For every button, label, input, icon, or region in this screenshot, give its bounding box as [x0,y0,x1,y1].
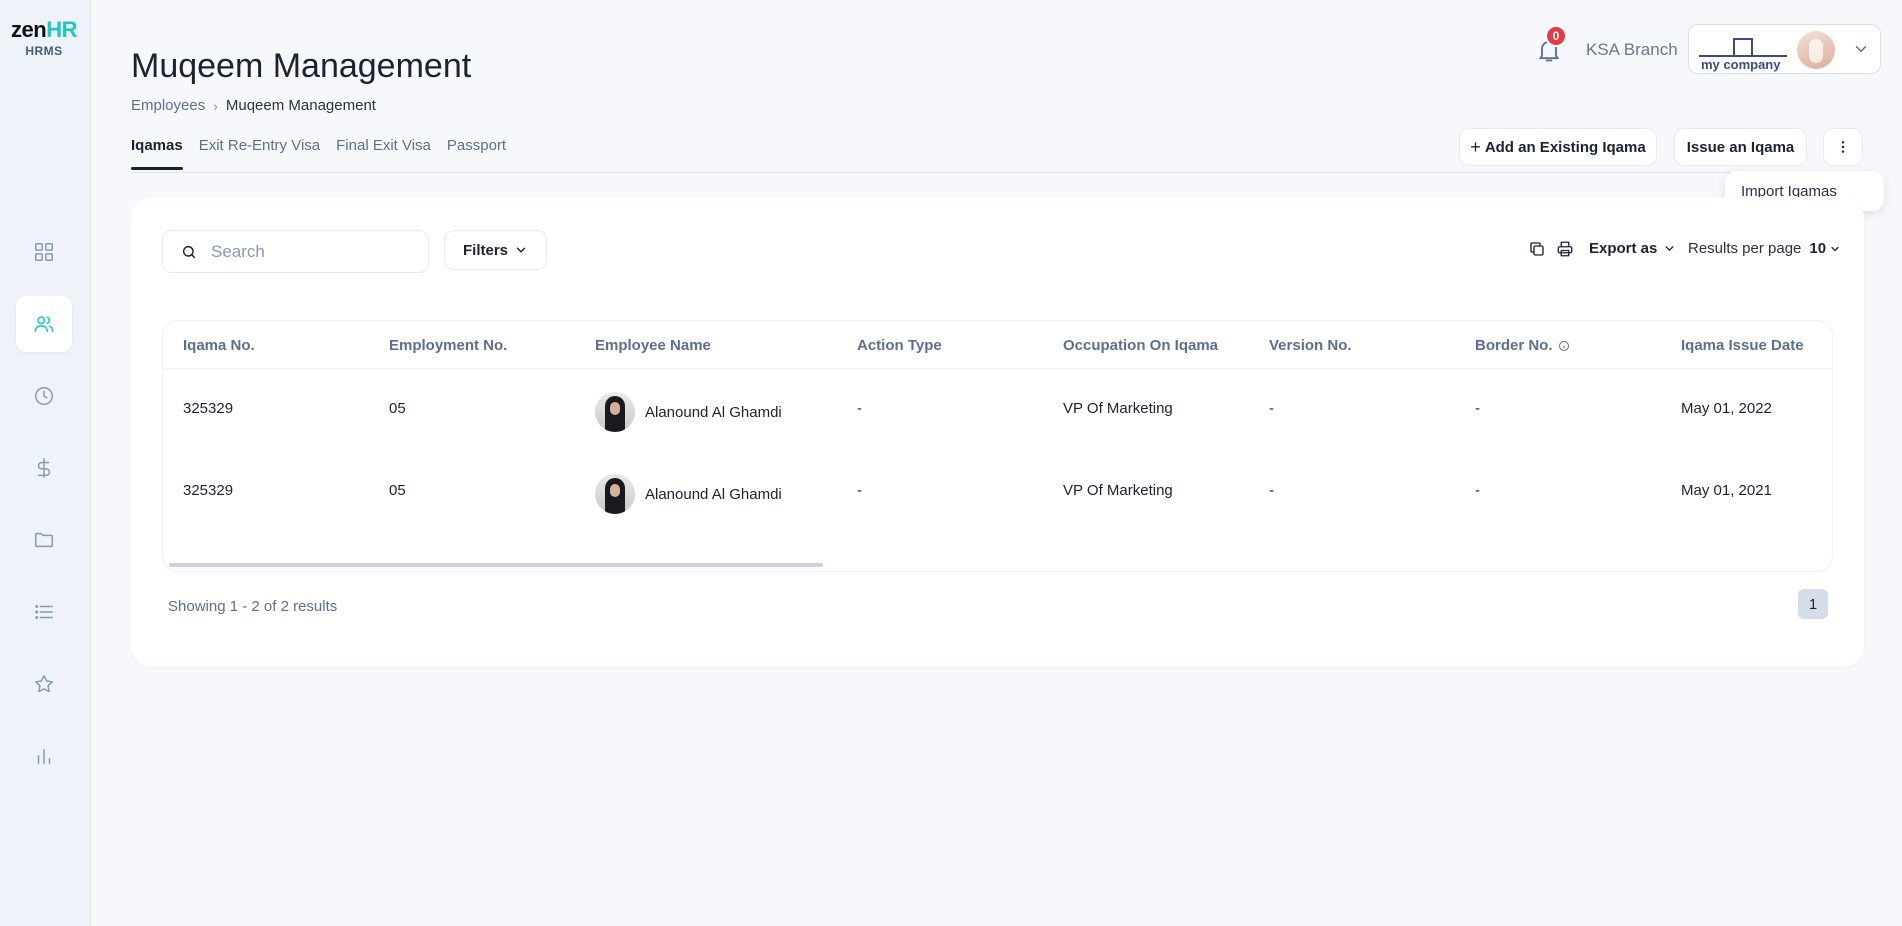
cell-employment-no: 05 [389,400,406,417]
results-per-page-label: Results per page [1688,240,1802,257]
chevron-down-icon [1665,246,1674,252]
results-summary: Showing 1 - 2 of 2 results [168,598,338,615]
bar-chart-icon [37,748,51,765]
table-row[interactable]: 325329 05 Alanound Al Ghamdi - VP Of Mar… [163,452,1832,534]
sidebar-item-performance[interactable] [16,656,72,712]
column-header-border-no[interactable]: Border No. [1475,337,1570,354]
employee-name: Alanound Al Ghamdi [645,403,782,421]
more-vertical-icon [1841,141,1845,153]
results-per-page-select[interactable]: 10 [1809,240,1841,257]
pagination-page-1[interactable]: 1 [1798,589,1828,619]
column-header-occupation[interactable]: Occupation On Iqama [1063,337,1218,354]
sidebar-item-dashboard[interactable] [16,224,72,280]
column-header-issue-date[interactable]: Iqama Issue Date [1681,337,1804,354]
table-header: Iqama No. Employment No. Employee Name A… [163,321,1832,369]
breadcrumb-link-employees[interactable]: Employees [131,97,205,114]
tab-iqamas[interactable]: Iqamas [131,137,183,170]
sidebar: zenHR HRMS [0,0,91,926]
column-header-employee-name[interactable]: Employee Name [595,337,711,354]
print-icon[interactable] [1554,238,1576,260]
avatar [595,474,635,514]
notification-badge: 0 [1545,25,1567,47]
sidebar-item-time[interactable] [16,368,72,424]
breadcrumb: Employees › Muqeem Management [131,97,376,114]
copy-icon[interactable] [1526,238,1548,260]
app-logo[interactable]: zenHR HRMS [9,17,79,59]
search-box[interactable] [162,230,429,273]
more-actions-button[interactable] [1823,128,1863,166]
tabs-divider [131,172,1864,173]
company-switcher[interactable]: my company [1688,24,1881,74]
cell-occupation: VP Of Marketing [1063,482,1173,499]
cell-action-type: - [857,482,862,499]
results-per-page: Results per page 10 [1688,240,1841,257]
cell-iqama-no: 325329 [183,482,234,499]
cell-iqama-no: 325329 [183,400,234,417]
column-header-iqama-no[interactable]: Iqama No. [183,337,255,354]
plus-icon: + [1470,136,1481,157]
cell-version-no: - [1269,400,1274,417]
cell-version-no: - [1269,482,1274,499]
sidebar-item-documents[interactable] [16,512,72,568]
brand-subtitle: HRMS [25,44,63,58]
cell-employment-no: 05 [389,482,406,499]
column-header-employment-no[interactable]: Employment No. [389,337,507,354]
column-header-action-type[interactable]: Action Type [857,337,942,354]
tab-passport[interactable]: Passport [447,137,506,170]
company-logo: my company [1699,31,1789,72]
folder-icon [35,532,53,548]
cell-employee[interactable]: Alanound Al Ghamdi [595,392,782,432]
chevron-down-icon [1855,46,1867,53]
filters-button[interactable]: Filters [444,230,547,270]
iqamas-table: Iqama No. Employment No. Employee Name A… [162,320,1833,572]
search-input[interactable] [211,241,411,262]
sidebar-item-lists[interactable] [16,584,72,640]
list-icon [35,605,53,619]
info-icon[interactable] [1558,340,1570,352]
tab-final-exit-visa[interactable]: Final Exit Visa [336,137,431,170]
table-row[interactable]: 325329 05 Alanound Al Ghamdi - VP Of Mar… [163,370,1832,452]
sidebar-item-employees[interactable] [16,296,72,352]
star-icon [35,675,53,693]
search-icon [182,245,196,258]
dollar-icon [37,458,51,478]
sidebar-item-reports[interactable] [16,728,72,784]
brand-wordmark: zenHR [11,17,77,42]
cell-border-no: - [1475,482,1480,499]
cell-issue-date: May 01, 2022 [1681,400,1772,417]
chevron-right-icon: › [213,97,218,114]
cell-border-no: - [1475,400,1480,417]
branch-label[interactable]: KSA Branch [1586,40,1678,60]
chevron-down-icon [516,247,526,253]
issue-iqama-button[interactable]: Issue an Iqama [1674,128,1807,166]
sidebar-item-payroll[interactable] [16,440,72,496]
cell-employee[interactable]: Alanound Al Ghamdi [595,474,782,514]
avatar [1797,31,1835,69]
export-as-button[interactable]: Export as [1589,240,1676,257]
add-existing-iqama-button[interactable]: + Add an Existing Iqama [1459,128,1657,166]
page-title: Muqeem Management [131,47,472,85]
chevron-down-icon [1831,246,1839,251]
horizontal-scrollbar[interactable] [169,563,823,567]
column-header-version-no[interactable]: Version No. [1269,337,1352,354]
avatar [595,392,635,432]
clock-icon [35,387,53,405]
cell-action-type: - [857,400,862,417]
users-icon [34,316,54,333]
tabs: Iqamas Exit Re-Entry Visa Final Exit Vis… [131,137,506,170]
tab-exit-re-entry-visa[interactable]: Exit Re-Entry Visa [199,137,320,170]
employee-name: Alanound Al Ghamdi [645,485,782,503]
cell-occupation: VP Of Marketing [1063,400,1173,417]
building-icon [1733,38,1753,56]
cell-issue-date: May 01, 2021 [1681,482,1772,499]
grid-icon [35,243,53,261]
breadcrumb-current: Muqeem Management [225,97,376,114]
company-name: my company [1701,57,1781,72]
